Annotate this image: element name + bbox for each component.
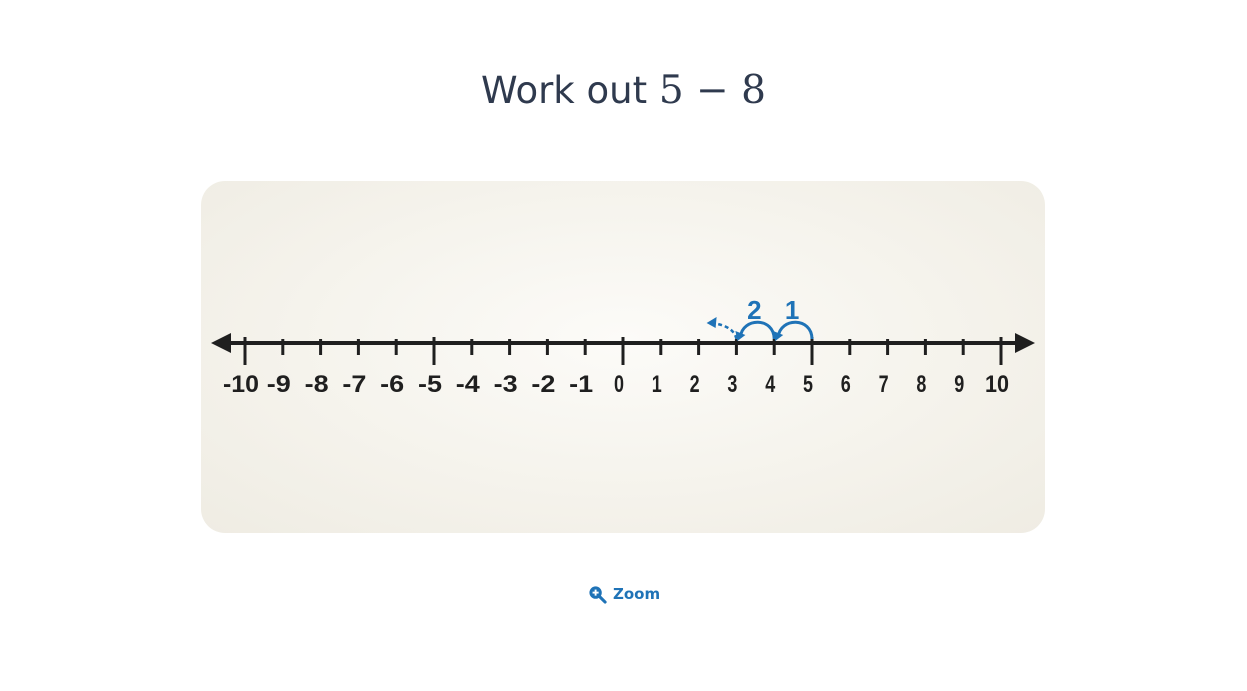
tick-label: -3	[494, 371, 518, 398]
tick-label: -6	[380, 371, 404, 398]
tick-label: 4	[765, 371, 775, 398]
question-title: Work out 5 − 8	[0, 68, 1247, 113]
tick-label: 0	[614, 371, 624, 398]
tick-label: -10	[223, 371, 259, 398]
tick-label: 7	[879, 371, 889, 398]
tick-label: -2	[531, 371, 555, 398]
zoom-in-icon	[589, 585, 607, 604]
tick-label: 5	[803, 371, 813, 398]
tick-label: 8	[916, 371, 926, 398]
tick-label: -7	[342, 371, 366, 398]
tick-label: 10	[985, 371, 1009, 398]
zoom-button[interactable]: Zoom	[588, 581, 660, 607]
right-arrowhead	[1015, 333, 1035, 353]
tick-label: 6	[841, 371, 851, 398]
tick-label: 2	[690, 371, 700, 398]
tick-label: 1	[652, 371, 662, 398]
left-arrowhead	[211, 333, 231, 353]
tick-label: -5	[418, 371, 442, 398]
number-line-figure: -10 -9 -8 -7 -6 -5 -4 -3 -2 -1 0 1 2 3 4 5 6 7 8 9 10 12	[201, 181, 1045, 533]
continuation-arrowhead	[706, 317, 717, 328]
jump-label: 1	[785, 295, 799, 325]
jump-label: 2	[747, 295, 761, 325]
tick-label: -8	[305, 371, 329, 398]
tick-label: 9	[954, 371, 964, 398]
question-expression: 5 − 8	[658, 68, 766, 113]
question-prefix: Work out	[481, 69, 659, 112]
tick-label: -4	[456, 371, 481, 398]
tick-label: 3	[727, 371, 737, 398]
tick-label: -1	[569, 371, 593, 398]
tick-label: -9	[267, 371, 291, 398]
continuation-arc	[712, 321, 738, 340]
zoom-label: Zoom	[613, 585, 661, 603]
number-line-svg: -10 -9 -8 -7 -6 -5 -4 -3 -2 -1 0 1 2 3 4 5 6 7 8 9 10 12	[211, 295, 1035, 398]
